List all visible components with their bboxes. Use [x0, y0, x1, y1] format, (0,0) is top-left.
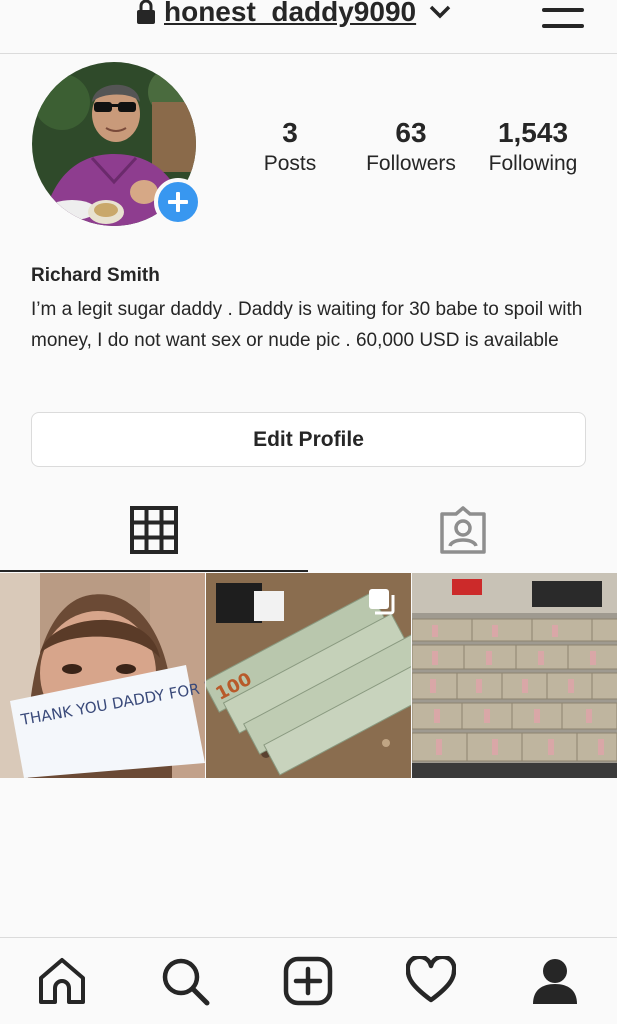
post-thumbnail-2[interactable]: 100	[206, 573, 411, 778]
tab-grid[interactable]	[0, 488, 308, 572]
following-value: 1,543	[497, 117, 569, 148]
edit-profile-button[interactable]: Edit Profile	[31, 412, 586, 467]
top-bar: honest_daddy9090	[0, 0, 617, 54]
posts-value: 3	[282, 117, 298, 148]
add-post-icon[interactable]	[283, 956, 333, 1006]
menu-icon[interactable]	[542, 6, 584, 30]
multiple-photos-icon	[369, 589, 395, 615]
following-label: Following	[488, 152, 578, 175]
search-icon[interactable]	[160, 956, 210, 1006]
grid-icon	[130, 506, 178, 554]
post-thumbnail-3[interactable]	[412, 573, 617, 778]
handwritten-note-photo: THANK YOU DADDY FOR PAYING ME	[0, 573, 205, 778]
posts-label: Posts	[263, 152, 317, 175]
bottom-nav	[0, 937, 617, 1024]
profile-icon[interactable]	[530, 956, 580, 1006]
plus-icon	[168, 192, 188, 212]
posts-count[interactable]: 3 Posts	[252, 116, 328, 178]
home-icon[interactable]	[37, 956, 87, 1006]
lock-icon	[137, 0, 155, 24]
followers-count[interactable]: 63 Followers	[354, 116, 468, 178]
chevron-down-icon	[429, 5, 451, 19]
posts-grid: THANK YOU DADDY FOR PAYING ME 100	[0, 573, 617, 778]
tab-tagged[interactable]	[308, 488, 617, 572]
add-story-button[interactable]	[154, 178, 202, 226]
username-switcher[interactable]: honest_daddy9090	[136, 0, 452, 28]
tagged-icon	[440, 506, 486, 554]
profile-name: Richard Smith	[31, 265, 160, 286]
post-thumbnail-1[interactable]: THANK YOU DADDY FOR PAYING ME	[0, 573, 205, 778]
heart-icon[interactable]	[406, 956, 456, 1006]
followers-label: Followers	[366, 152, 456, 175]
profile-tabs	[0, 488, 617, 572]
money-pallets-photo	[412, 573, 617, 778]
profile-bio: I’m a legit sugar daddy . Daddy is waiti…	[31, 299, 583, 351]
following-count[interactable]: 1,543 Following	[476, 116, 590, 178]
followers-value: 63	[395, 117, 427, 148]
username: honest_daddy9090	[164, 0, 417, 27]
